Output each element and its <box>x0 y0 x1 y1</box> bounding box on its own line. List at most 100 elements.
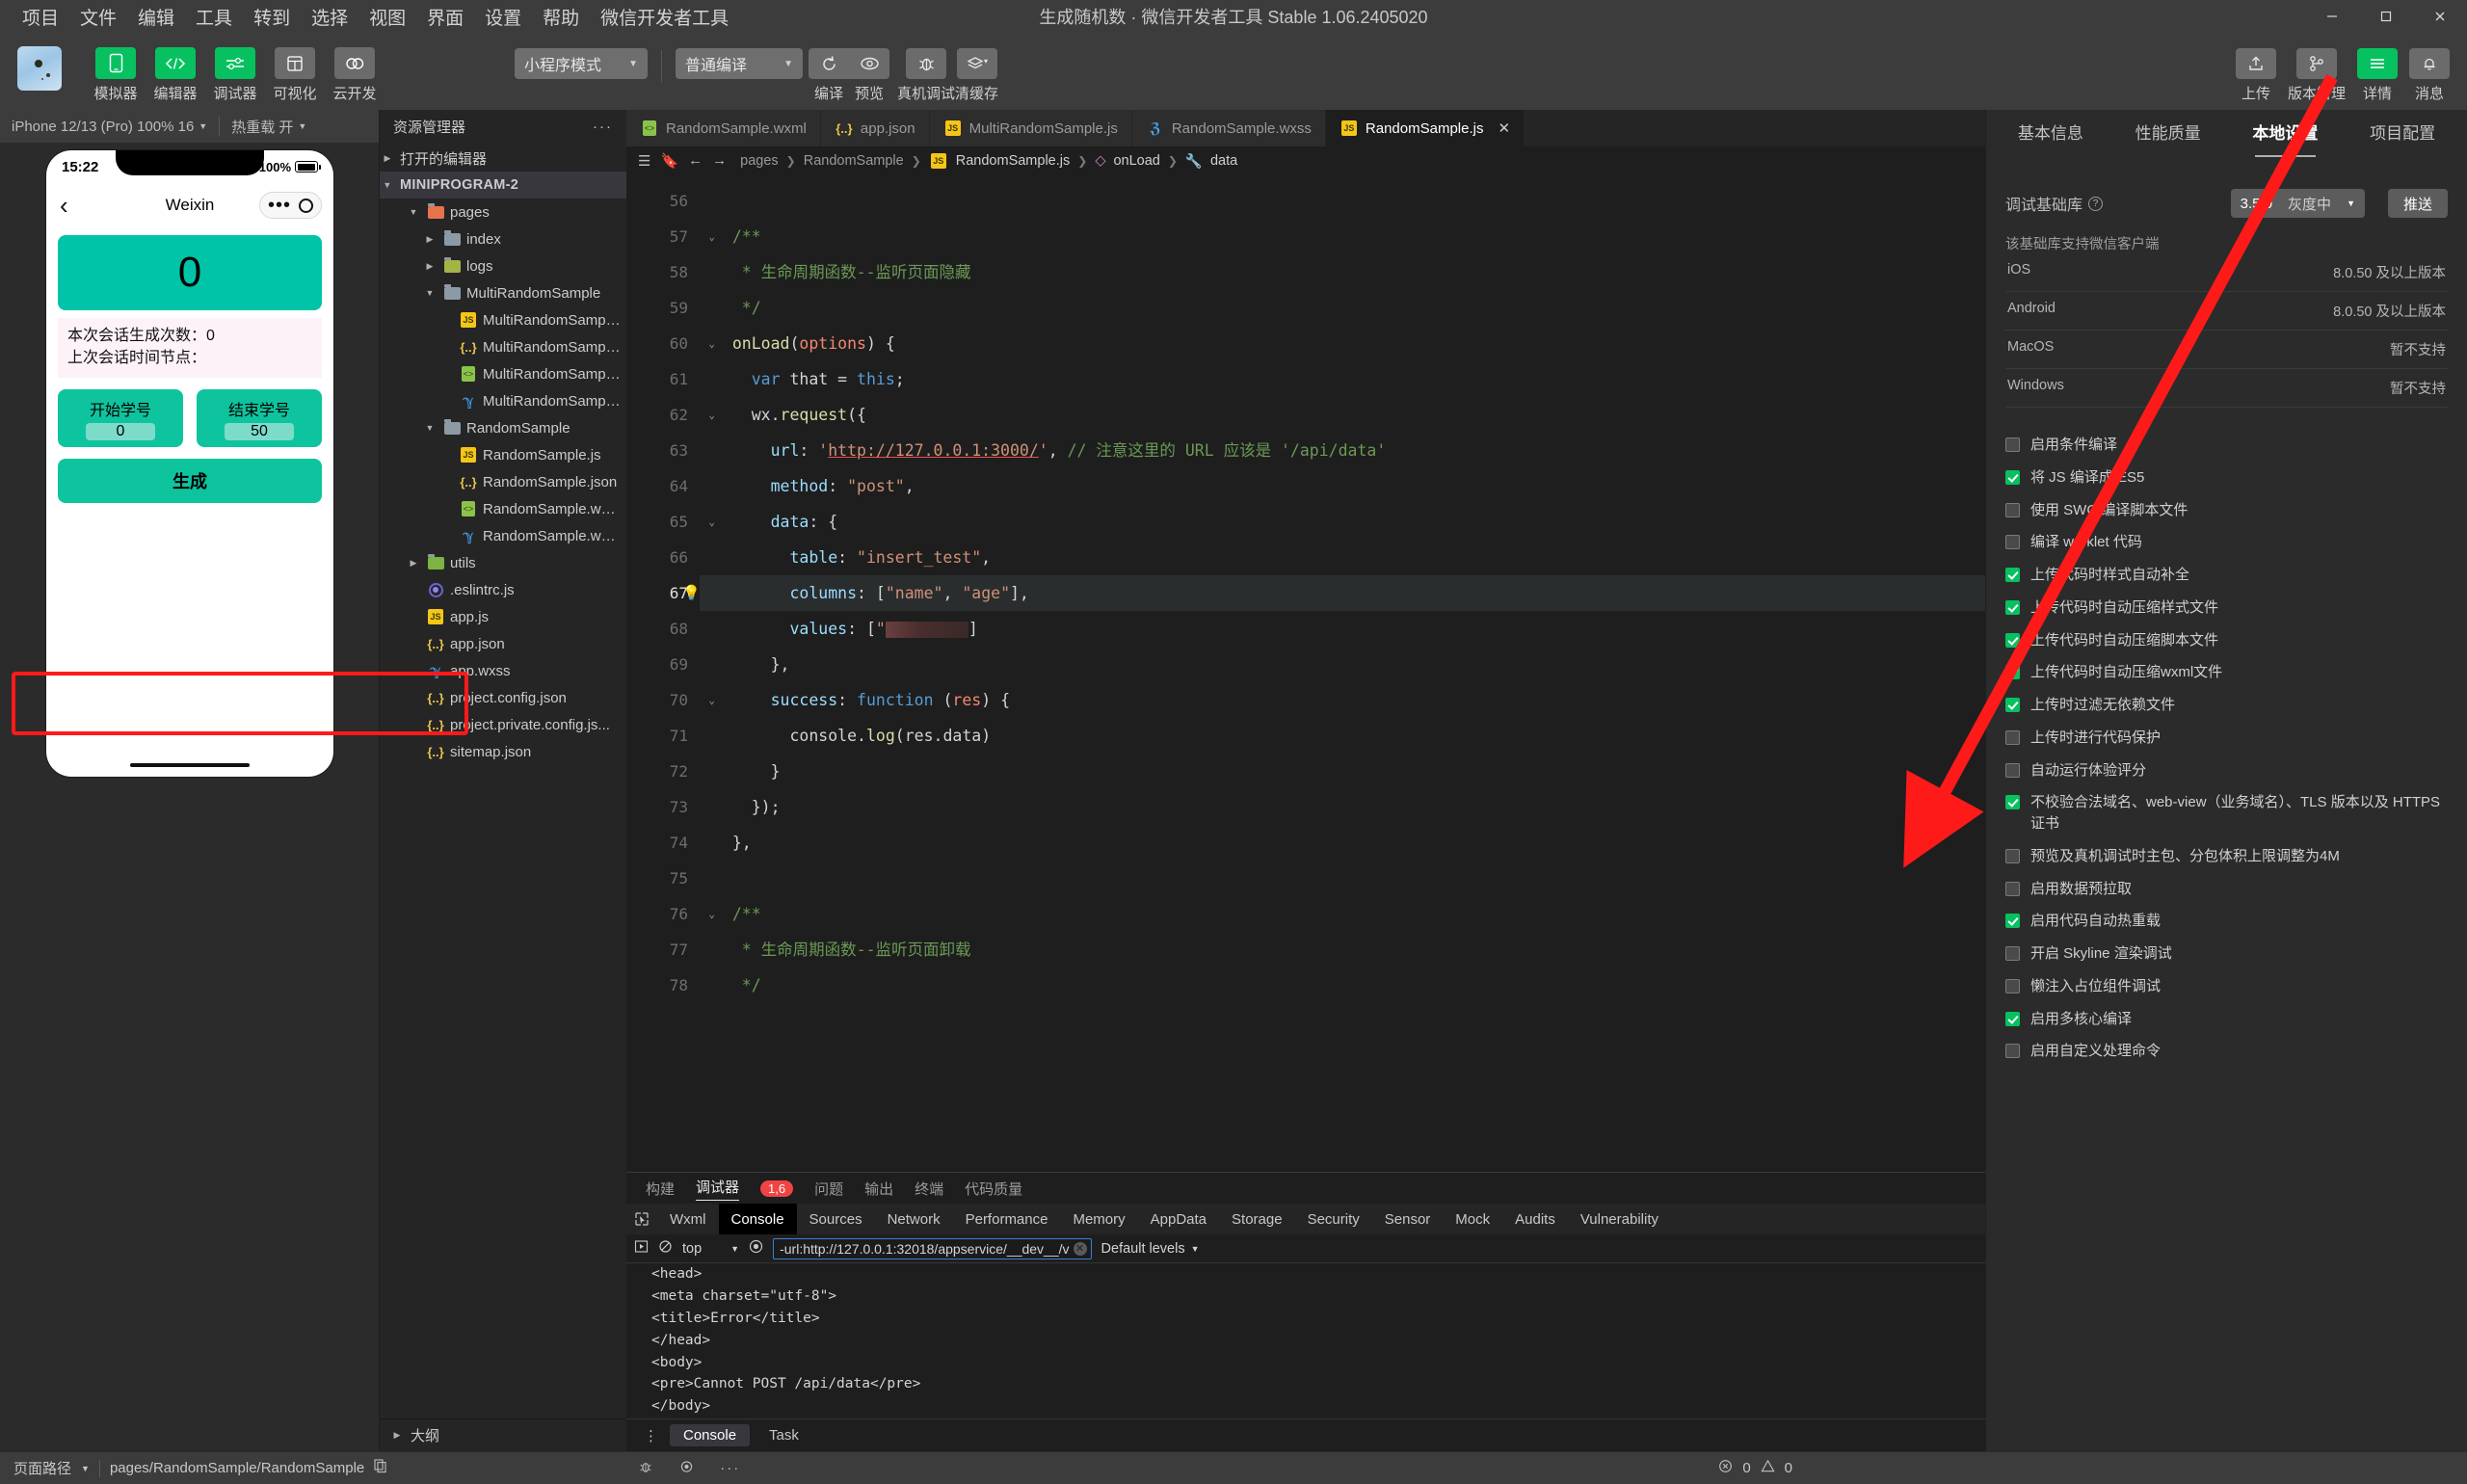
console-output[interactable]: <head> <meta charset="utf-8"> <title>Error… <box>626 1263 1985 1418</box>
checkbox-icon[interactable] <box>2005 632 2020 648</box>
menu-item-select[interactable]: 选择 <box>301 0 358 34</box>
execute-icon[interactable] <box>634 1239 649 1258</box>
console-context-select[interactable]: top ▼ <box>682 1241 739 1257</box>
code-line[interactable]: }, <box>700 825 1985 861</box>
checkbox-icon[interactable] <box>2005 881 2020 896</box>
toggle-simulator[interactable]: 模拟器 <box>91 39 141 103</box>
menu-item-project[interactable]: 项目 <box>12 0 69 34</box>
code-editor[interactable]: 56 57 ⌄ 58 59 60 ⌄ 61 62 ⌄ 63 64 65 ⌄ 66 67 68 69 70 ⌄ 71 72 7… <box>626 175 1985 1172</box>
mini-program-capsule[interactable]: ••• <box>258 192 322 219</box>
mode-select[interactable]: 小程序模式 ▼ <box>515 48 648 79</box>
setting-checkbox-row[interactable]: 开启 Skyline 渲染调试 <box>2005 938 2448 970</box>
tree-file-row[interactable]: {..} project.private.config.js... <box>380 711 626 738</box>
tree-folder-row[interactable]: ▶ utils <box>380 549 626 576</box>
menu-item-devtools[interactable]: 微信开发者工具 <box>590 0 739 34</box>
checkbox-icon[interactable] <box>2005 568 2020 582</box>
devtools-tab-security[interactable]: Security <box>1295 1204 1372 1234</box>
branch-icon[interactable] <box>2295 48 2337 79</box>
more-icon[interactable]: ··· <box>720 1460 740 1476</box>
lightbulb-icon[interactable]: 💡 <box>682 584 701 601</box>
code-line[interactable]: onLoad(options) { <box>700 326 1985 361</box>
more-icon[interactable]: ··· <box>593 119 613 135</box>
devtools-tab-vulnerability[interactable]: Vulnerability <box>1568 1204 1671 1234</box>
tree-file-row[interactable]: ℽ RandomSample.wxss <box>380 522 626 549</box>
setting-checkbox-row[interactable]: 预览及真机调试时主包、分包体积上限调整为4M <box>2005 840 2448 873</box>
device-select[interactable]: iPhone 12/13 (Pro) 100% 16 ▼ <box>0 119 219 135</box>
tree-file-row[interactable]: .eslintrc.js <box>380 576 626 603</box>
code-line[interactable] <box>700 183 1985 219</box>
console-filter-input[interactable]: -url:http://127.0.0.1:32018/appservice/_… <box>773 1237 1092 1259</box>
chevron-right-icon[interactable]: ▶ <box>422 234 438 245</box>
details-tab-local-settings[interactable]: 本地设置 <box>2227 110 2345 157</box>
status-problems[interactable]: 0 0 <box>1718 1459 2467 1477</box>
checkbox-icon[interactable] <box>2005 946 2020 961</box>
tree-file-row[interactable]: {..} app.json <box>380 630 626 657</box>
setting-checkbox-row[interactable]: 上传时过滤无依赖文件 <box>2005 689 2448 722</box>
panel-tab-problems[interactable]: 问题 <box>814 1179 843 1199</box>
tree-file-row[interactable]: <> RandomSample.wxml <box>380 495 626 522</box>
devtools-tab-appdata[interactable]: AppData <box>1138 1204 1219 1234</box>
code-content[interactable]: /** * 生命周期函数--监听页面隐藏 */ onLoad(options) … <box>700 175 1985 1172</box>
toggle-cloud[interactable]: 云开发 <box>330 39 380 103</box>
code-line[interactable]: }, <box>700 647 1985 682</box>
close-button[interactable] <box>2413 0 2467 33</box>
checkbox-icon[interactable] <box>2005 535 2020 550</box>
setting-checkbox-row[interactable]: 将 JS 编译成 ES5 <box>2005 462 2448 494</box>
cloud-icon[interactable] <box>334 47 375 79</box>
checkbox-icon[interactable] <box>2005 599 2020 615</box>
forward-arrow-icon[interactable]: → <box>712 152 727 170</box>
code-icon[interactable] <box>155 47 196 79</box>
devtools-tab-sensor[interactable]: Sensor <box>1372 1204 1444 1234</box>
start-number-button[interactable]: 开始学号 0 <box>58 389 183 448</box>
editor-tab-randomsample-js[interactable]: JS RandomSample.js ✕ <box>1325 110 1525 146</box>
compile-action[interactable]: 编译 <box>809 39 849 103</box>
version-control-action[interactable]: 版本管理 <box>2288 39 2346 103</box>
setting-checkbox-row[interactable]: 使用 SWC 编译脚本文件 <box>2005 494 2448 527</box>
setting-checkbox-row[interactable]: 上传代码时自动压缩wxml文件 <box>2005 656 2448 689</box>
preview-action[interactable]: 预览 <box>849 39 889 103</box>
details-tab-performance[interactable]: 性能质量 <box>2109 110 2227 153</box>
code-line[interactable]: /** <box>700 896 1985 932</box>
setting-checkbox-row[interactable]: 不校验合法域名、web-view（业务域名）、TLS 版本以及 HTTPS 证书 <box>2005 786 2448 840</box>
checkbox-icon[interactable] <box>2005 437 2020 452</box>
editor-tab-randomsample-wxml[interactable]: <> RandomSample.wxml <box>626 110 821 146</box>
checkbox-icon[interactable] <box>2005 1011 2020 1026</box>
code-line[interactable]: } <box>700 754 1985 789</box>
details-action[interactable]: 详情 <box>2357 39 2398 103</box>
tree-file-row[interactable]: ℽ MultiRandomSampl... <box>380 387 626 414</box>
help-icon[interactable]: ? <box>2088 196 2104 211</box>
layers-icon[interactable]: ▾ <box>956 48 997 79</box>
real-device-debug-action[interactable]: 真机调试 <box>897 39 955 103</box>
code-line[interactable]: success: function (res) { <box>700 682 1985 718</box>
devtools-tab-storage[interactable]: Storage <box>1219 1204 1295 1234</box>
menu-item-settings[interactable]: 设置 <box>474 0 532 34</box>
breadcrumb-onload[interactable]: onLoad <box>1113 153 1159 169</box>
checkbox-icon[interactable] <box>2005 914 2020 929</box>
tree-file-row[interactable]: {..} sitemap.json <box>380 738 626 765</box>
layout-icon[interactable] <box>275 47 315 79</box>
more-icon[interactable]: ••• <box>268 196 291 215</box>
copy-icon[interactable] <box>374 1459 387 1477</box>
menu-item-file[interactable]: 文件 <box>69 0 127 34</box>
panel-tab-build[interactable]: 构建 <box>646 1179 675 1199</box>
code-line[interactable]: url: 'http://127.0.0.1:3000/', // 注意这里的 … <box>700 433 1985 468</box>
chevron-down-icon[interactable]: ▼ <box>422 423 438 433</box>
end-number-input[interactable]: 50 <box>225 422 294 440</box>
code-line[interactable]: console.log(res.data) <box>700 718 1985 754</box>
panel-tab-output[interactable]: 输出 <box>864 1179 893 1199</box>
tree-file-row[interactable]: {..} project.config.json <box>380 684 626 711</box>
minimize-button[interactable] <box>2305 0 2359 33</box>
tree-folder-row[interactable]: ▶ index <box>380 225 626 252</box>
breadcrumb-data[interactable]: data <box>1210 153 1237 169</box>
menu-item-edit[interactable]: 编辑 <box>127 0 185 34</box>
hot-reload-select[interactable]: 热重载 开 ▼ <box>220 117 318 137</box>
devtools-tab-sources[interactable]: Sources <box>797 1204 875 1234</box>
menu-item-interface[interactable]: 界面 <box>416 0 474 34</box>
checkbox-icon[interactable] <box>2005 502 2020 517</box>
code-line[interactable]: values: ["] <box>700 611 1985 647</box>
devtools-tab-wxml[interactable]: Wxml <box>657 1204 719 1234</box>
checkbox-icon[interactable] <box>2005 795 2020 810</box>
close-icon[interactable]: ✕ <box>1498 119 1510 137</box>
upload-action[interactable]: 上传 <box>2235 39 2276 103</box>
open-editors-row[interactable]: ▶ 打开的编辑器 <box>380 145 626 172</box>
